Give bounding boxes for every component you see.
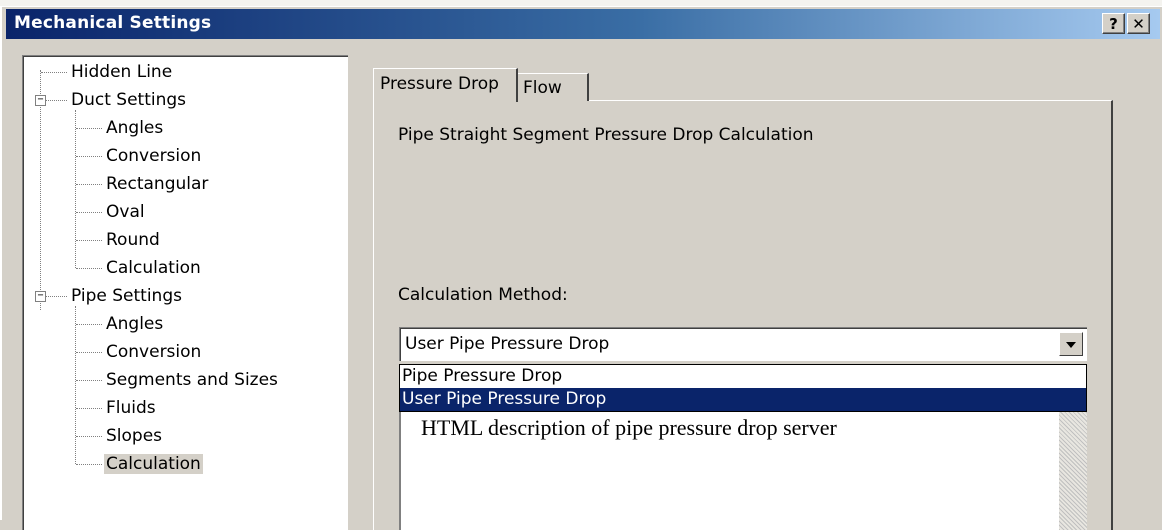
calculation-method-dropdown[interactable]: Pipe Pressure Drop User Pipe Pressure Dr…	[399, 364, 1087, 412]
tree-connector	[76, 436, 102, 437]
tree-item-pipe-angles[interactable]: Angles	[104, 313, 165, 335]
tree-item-hidden-line[interactable]: Hidden Line	[69, 61, 174, 83]
tree-connector	[76, 380, 102, 381]
tree-connector	[75, 110, 76, 268]
help-button[interactable]: ?	[1102, 13, 1125, 34]
tree-item-label: Hidden Line	[71, 62, 173, 82]
calculation-method-value: User Pipe Pressure Drop	[405, 334, 610, 354]
tree-connector	[40, 70, 41, 310]
tree-item-label: Slopes	[106, 426, 163, 446]
description-text: HTML description of pipe pressure drop s…	[421, 415, 837, 440]
calculation-method-select[interactable]: User Pipe Pressure Drop	[399, 327, 1087, 361]
tree-connector	[76, 464, 102, 465]
tree-item-label: Segments and Sizes	[106, 370, 278, 390]
collapse-pipe-settings-icon[interactable]: −	[35, 291, 46, 302]
tree-item-pipe-segments-and-sizes[interactable]: Segments and Sizes	[104, 369, 280, 391]
chevron-down-icon[interactable]	[1059, 332, 1083, 356]
tree-connector	[76, 156, 102, 157]
tree-item-label: Pipe Settings	[71, 286, 182, 306]
tree-connector	[46, 100, 67, 101]
tree-item-label: Conversion	[106, 342, 202, 362]
calculation-method-label: Calculation Method:	[398, 285, 568, 305]
tree-item-label: Conversion	[106, 146, 202, 166]
tree-item-label: Round	[106, 230, 160, 250]
tree-item-duct-rectangular[interactable]: Rectangular	[104, 173, 210, 195]
window-title: Mechanical Settings	[14, 13, 212, 33]
tree-item-pipe-settings[interactable]: Pipe Settings	[69, 285, 184, 307]
description-box: HTML description of pipe pressure drop s…	[399, 409, 1087, 530]
panel-heading: Pipe Straight Segment Pressure Drop Calc…	[398, 125, 814, 145]
tree-connector	[41, 72, 67, 73]
tree-item-duct-round[interactable]: Round	[104, 229, 162, 251]
tree-connector	[76, 324, 102, 325]
collapse-duct-settings-icon[interactable]: −	[35, 95, 46, 106]
tab-flow[interactable]: Flow	[517, 73, 589, 101]
tree-item-label: Rectangular	[106, 174, 209, 194]
tree-item-pipe-calculation[interactable]: Calculation	[104, 453, 203, 475]
tab-pressure-drop[interactable]: Pressure Drop	[373, 68, 518, 102]
title-bar[interactable]: Mechanical Settings ? ✕	[6, 9, 1160, 39]
tree-item-label: Calculation	[106, 258, 201, 278]
tree-connector	[76, 212, 102, 213]
tree-item-duct-angles[interactable]: Angles	[104, 117, 165, 139]
tree-connector	[46, 296, 67, 297]
close-button[interactable]: ✕	[1127, 13, 1150, 34]
tree-connector	[76, 408, 102, 409]
description-scrollbar[interactable]	[1059, 409, 1087, 530]
tree-item-pipe-slopes[interactable]: Slopes	[104, 425, 164, 447]
settings-tree[interactable]: − − Hidden Line Duct Settings Angles Con…	[22, 55, 348, 530]
option-user-pipe-pressure-drop[interactable]: User Pipe Pressure Drop	[400, 388, 1086, 411]
tree-item-pipe-conversion[interactable]: Conversion	[104, 341, 203, 363]
tree-connector	[75, 306, 76, 464]
tree-item-duct-settings[interactable]: Duct Settings	[69, 89, 188, 111]
tree-item-duct-conversion[interactable]: Conversion	[104, 145, 203, 167]
tree-item-duct-oval[interactable]: Oval	[104, 201, 147, 223]
tree-item-label: Duct Settings	[71, 90, 187, 110]
option-pipe-pressure-drop[interactable]: Pipe Pressure Drop	[400, 365, 1086, 388]
tree-connector	[76, 128, 102, 129]
tree-connector	[76, 352, 102, 353]
tree-item-label: Angles	[106, 118, 164, 138]
tree-connector	[76, 240, 102, 241]
tree-item-label: Calculation	[104, 454, 203, 474]
tree-item-label: Fluids	[106, 398, 156, 418]
tree-item-label: Angles	[106, 314, 164, 334]
tree-item-duct-calculation[interactable]: Calculation	[104, 257, 203, 279]
tree-connector	[76, 184, 102, 185]
tree-item-pipe-fluids[interactable]: Fluids	[104, 397, 158, 419]
tree-item-label: Oval	[106, 202, 145, 222]
tree-connector	[76, 268, 102, 269]
